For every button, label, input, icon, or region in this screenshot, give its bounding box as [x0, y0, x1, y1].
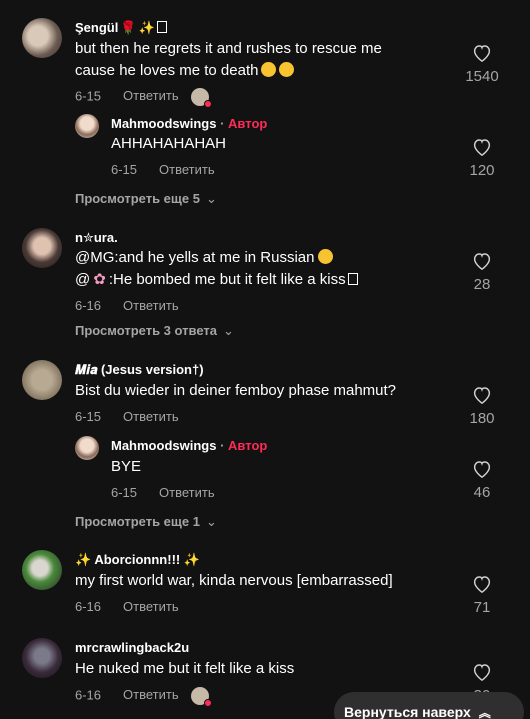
user-avatar[interactable] — [22, 550, 62, 590]
comment-text: my first world war, kinda nervous [embar… — [75, 572, 393, 589]
like-button[interactable]: 71 — [452, 575, 512, 616]
reply-button[interactable]: Ответить — [123, 298, 179, 313]
heart-icon — [473, 461, 491, 478]
reply-button[interactable]: Ответить — [123, 409, 179, 424]
like-button[interactable]: 120 — [452, 138, 512, 179]
reply-button[interactable]: Ответить — [159, 485, 215, 500]
comment-date: 6-15 — [75, 409, 102, 424]
comment-meta: 6-15 Ответить — [75, 88, 212, 108]
like-count: 1540 — [465, 68, 499, 85]
comment-username[interactable]: ✨ Aborcionnn!!! ✨ — [75, 552, 200, 568]
comment-text: @MG:and he yells at me in Russian @ ✿:He … — [75, 247, 358, 291]
like-count: 71 — [473, 599, 491, 616]
chevron-down-icon: ⌄ — [222, 323, 234, 338]
user-avatar[interactable] — [22, 228, 62, 268]
like-count: 180 — [469, 410, 495, 427]
view-more-replies[interactable]: Просмотреть 3 ответа ⌄ — [75, 323, 234, 339]
reply-username[interactable]: Mahmoodswings · Автор — [111, 116, 267, 131]
user-avatar[interactable] — [22, 360, 62, 400]
double-chevron-up-icon: ︽ — [478, 706, 491, 719]
author-avatar[interactable] — [75, 436, 99, 460]
reply-button[interactable]: Ответить — [159, 162, 215, 177]
back-to-top-label: Вернуться наверх — [344, 704, 471, 719]
reply-meta: 6-15 Ответить — [111, 485, 215, 500]
creator-liked-avatar — [190, 687, 212, 707]
user-avatar[interactable] — [22, 638, 62, 678]
user-avatar[interactable] — [22, 18, 62, 58]
view-more-replies[interactable]: Просмотреть еще 1 ⌄ — [75, 514, 217, 530]
comment-text: He nuked me but it felt like a kiss — [75, 660, 295, 677]
author-badge: Автор — [228, 438, 268, 453]
author-avatar[interactable] — [75, 114, 99, 138]
like-button[interactable]: 28 — [452, 252, 512, 293]
heart-icon — [473, 45, 491, 62]
comment-username[interactable]: mrcrawlingback2u — [75, 640, 189, 655]
flower-icon: ✿ — [93, 271, 106, 288]
chevron-down-icon: ⌄ — [205, 514, 217, 529]
chevron-down-icon: ⌄ — [205, 191, 217, 206]
heart-icon — [473, 387, 491, 404]
comment-username[interactable]: n✮ura. — [75, 230, 118, 246]
comment-meta: 6-16 Ответить — [75, 687, 212, 707]
reply-text: BYE — [111, 458, 142, 475]
heart-icon — [473, 576, 491, 593]
comment-meta: 6-16 Ответить — [75, 599, 179, 614]
heart-icon — [473, 253, 491, 270]
reply-button[interactable]: Ответить — [123, 687, 179, 702]
reply-button[interactable]: Ответить — [123, 88, 179, 103]
comment-meta: 6-15 Ответить — [75, 409, 179, 424]
comment-text: Bist du wieder in deiner femboy phase ma… — [75, 382, 397, 399]
heart-icon — [473, 664, 491, 681]
comment-username[interactable]: 𝑴𝒊𝒂 (Jesus version†) — [75, 362, 204, 378]
comment-text: but then he regrets it and rushes to res… — [75, 40, 382, 79]
comment-date: 6-16 — [75, 687, 102, 703]
like-count: 120 — [469, 162, 495, 179]
like-count: 28 — [473, 276, 491, 293]
heart-icon — [473, 139, 491, 156]
reply-text: AHHAHAHAHAH — [111, 135, 227, 152]
like-button[interactable]: 1540 — [452, 44, 512, 85]
comment-date: 6-15 — [75, 88, 102, 104]
view-more-replies[interactable]: Просмотреть еще 5 ⌄ — [75, 191, 217, 207]
back-to-top-button[interactable]: Вернуться наверх ︽ — [334, 692, 524, 719]
reply-username[interactable]: Mahmoodswings · Автор — [111, 438, 267, 453]
comment-meta: 6-16 Ответить — [75, 298, 179, 313]
reply-date: 6-15 — [111, 485, 138, 500]
like-button[interactable]: 180 — [452, 386, 512, 427]
comment-date: 6-16 — [75, 298, 102, 313]
reply-button[interactable]: Ответить — [123, 599, 179, 614]
creator-liked-avatar — [190, 88, 212, 108]
comment-username[interactable]: Şengül 🌹 ✨ — [75, 20, 167, 36]
reply-date: 6-15 — [111, 162, 138, 177]
like-count: 46 — [473, 484, 491, 501]
author-badge: Автор — [228, 116, 268, 131]
like-button[interactable]: 46 — [452, 460, 512, 501]
reply-meta: 6-15 Ответить — [111, 162, 215, 177]
comment-date: 6-16 — [75, 599, 102, 614]
